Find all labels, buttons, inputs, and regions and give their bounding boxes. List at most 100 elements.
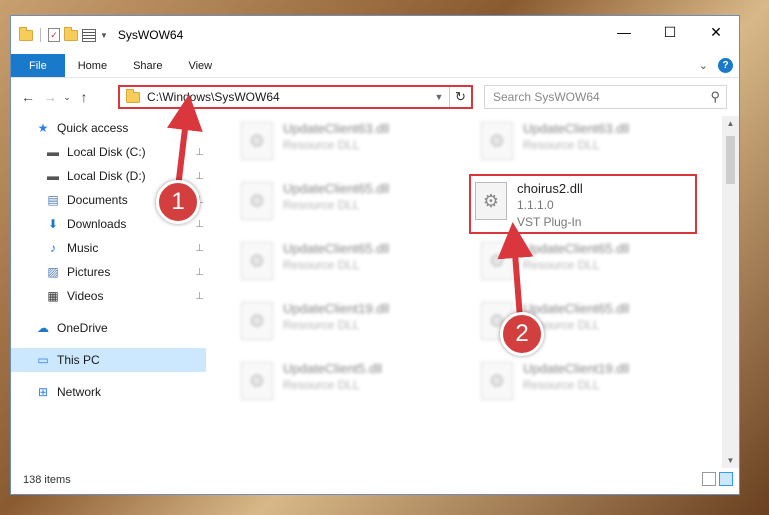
sidebar-item-videos[interactable]: ▦ Videos ⊥ — [11, 284, 206, 308]
sidebar-item-label: Pictures — [67, 265, 111, 279]
large-icons-view-icon[interactable] — [719, 472, 733, 486]
address-bar[interactable]: C:\Windows\SysWOW64 ▼ ↻ — [118, 85, 473, 109]
pin-icon[interactable]: ⊥ — [195, 147, 204, 158]
properties-icon[interactable] — [82, 28, 96, 42]
file-meta: UpdateClient65.dll Resource DLL — [283, 176, 389, 214]
help-icon[interactable]: ? — [718, 58, 733, 73]
sidebar-item-label: Downloads — [67, 217, 127, 231]
maximize-button[interactable]: ☐ — [647, 16, 693, 48]
file-meta: UpdateClient5.dll Resource DLL — [283, 356, 382, 394]
sidebar-item-label: Network — [57, 385, 102, 399]
view-toggle — [702, 472, 733, 486]
recent-locations-icon[interactable]: ⌄ — [61, 92, 73, 103]
window-controls: — ☐ ✕ — [601, 16, 739, 48]
dll-file-icon: ⚙ — [241, 302, 273, 340]
pin-icon[interactable]: ⊥ — [195, 171, 204, 182]
sidebar-item-network[interactable]: ⊞ Network — [11, 380, 206, 404]
pin-icon[interactable]: ⊥ — [195, 267, 204, 278]
tab-share[interactable]: Share — [120, 54, 175, 77]
sidebar-item-pictures[interactable]: ▨ Pictures ⊥ — [11, 260, 206, 284]
vertical-scrollbar[interactable]: ▲ ▼ — [722, 116, 739, 468]
tab-file[interactable]: File — [11, 54, 65, 77]
customize-toolbar-icon[interactable]: ▼ — [100, 31, 108, 40]
file-detail: VST Plug-In — [517, 215, 582, 229]
navigation-bar: ← → ⌄ ↑ C:\Windows\SysWOW64 ▼ ↻ Search S… — [11, 78, 739, 116]
sidebar-item-local-disk-c[interactable]: ▬ Local Disk (C:) ⊥ — [11, 140, 206, 164]
drive-icon: ▬ — [47, 145, 59, 159]
tab-home[interactable]: Home — [65, 54, 120, 77]
properties-check-icon[interactable]: ✓ — [48, 28, 60, 42]
file-name: UpdateClient5.dll — [283, 361, 383, 376]
close-button[interactable]: ✕ — [693, 16, 739, 48]
search-icon[interactable]: ⚲ — [710, 89, 720, 105]
documents-icon: ▤ — [47, 193, 59, 207]
scroll-down-icon[interactable]: ▼ — [722, 456, 739, 465]
network-icon: ⊞ — [37, 385, 49, 399]
file-detail: Resource DLL — [283, 258, 360, 272]
dll-file-icon: ⚙ — [241, 362, 273, 400]
file-meta: UpdateClient63.dll Resource DLL — [523, 116, 629, 154]
file-tile[interactable]: ⚙ UpdateClient63.dll Resource DLL — [477, 116, 707, 166]
file-name: UpdateClient65.dll — [523, 301, 630, 316]
pin-icon[interactable]: ⊥ — [195, 219, 204, 230]
address-dropdown-icon[interactable]: ▼ — [429, 92, 449, 102]
sidebar-item-label: Music — [67, 241, 99, 255]
scroll-up-icon[interactable]: ▲ — [722, 119, 739, 128]
search-input[interactable]: Search SysWOW64 ⚲ — [484, 85, 727, 109]
sidebar-item-onedrive[interactable]: ☁ OneDrive — [11, 316, 206, 340]
file-tile[interactable]: ⚙ UpdateClient63.dll Resource DLL — [237, 116, 467, 166]
minimize-button[interactable]: — — [601, 16, 647, 48]
sidebar-item-label: Videos — [67, 289, 104, 303]
address-path[interactable]: C:\Windows\SysWOW64 — [147, 90, 429, 104]
pictures-icon: ▨ — [47, 265, 59, 279]
sidebar-item-music[interactable]: ♪ Music ⊥ — [11, 236, 206, 260]
file-meta: UpdateClient19.dll Resource DLL — [523, 356, 629, 394]
pin-icon[interactable]: ⊥ — [195, 291, 204, 302]
pin-icon[interactable]: ⊥ — [195, 243, 204, 254]
file-list: ⚙ UpdateClient63.dll Resource DLL ⚙ UpdateCl… — [221, 116, 723, 468]
file-detail: Resource DLL — [283, 318, 360, 332]
ribbon-controls: ⌄ ? — [699, 58, 733, 73]
file-meta: UpdateClient65.dll Resource DLL — [523, 236, 629, 274]
folder-icon — [19, 26, 33, 41]
sidebar-item-quick-access[interactable]: ★ Quick access — [11, 116, 206, 140]
expand-ribbon-icon[interactable]: ⌄ — [699, 59, 708, 72]
file-tile[interactable]: ⚙ UpdateClient5.dll Resource DLL — [237, 356, 467, 406]
file-detail: Resource DLL — [523, 378, 600, 392]
computer-icon: ▭ — [37, 353, 49, 367]
file-detail: 1.1.1.0 — [517, 198, 554, 212]
refresh-button[interactable]: ↻ — [449, 87, 471, 107]
back-button[interactable]: ← — [17, 89, 39, 105]
highlighted-file-tile[interactable]: ⚙ choirus2.dll 1.1.1.0 VST Plug-In — [469, 174, 697, 234]
sidebar-item-label: OneDrive — [57, 321, 108, 335]
file-tile[interactable]: ⚙ UpdateClient65.dll Resource DLL — [237, 176, 467, 226]
file-name: UpdateClient65.dll — [523, 241, 630, 256]
file-detail: Resource DLL — [283, 198, 360, 212]
onedrive-icon: ☁ — [37, 321, 49, 335]
step-1-badge: 1 — [156, 180, 200, 224]
up-button[interactable]: ↑ — [73, 89, 95, 105]
toolbar-separator — [40, 28, 41, 42]
details-view-icon[interactable] — [702, 472, 716, 486]
file-detail: Resource DLL — [523, 138, 600, 152]
dll-file-icon: ⚙ — [481, 122, 513, 160]
file-tile[interactable]: ⚙ UpdateClient19.dll Resource DLL — [477, 356, 707, 406]
file-tile[interactable]: ⚙ UpdateClient19.dll Resource DLL — [237, 296, 467, 346]
dll-file-icon: ⚙ — [241, 182, 273, 220]
file-detail: Resource DLL — [283, 378, 360, 392]
drive-icon: ▬ — [47, 169, 59, 183]
sidebar-item-this-pc[interactable]: ▭ This PC — [11, 348, 206, 372]
file-explorer-window: ✓ ▼ SysWOW64 — ☐ ✕ File Home Share View … — [10, 15, 740, 495]
item-count: 138 items — [23, 474, 71, 486]
videos-icon: ▦ — [47, 289, 59, 303]
scroll-thumb[interactable] — [726, 136, 735, 184]
file-tile[interactable]: ⚙ UpdateClient65.dll Resource DLL — [237, 236, 467, 286]
navigation-pane: ★ Quick access ▬ Local Disk (C:) ⊥ ▬ Local Dis… — [11, 116, 206, 468]
tab-view[interactable]: View — [175, 54, 225, 77]
file-name: UpdateClient19.dll — [283, 301, 390, 316]
new-folder-icon[interactable] — [64, 26, 78, 41]
file-meta: UpdateClient65.dll Resource DLL — [283, 236, 389, 274]
status-bar: 138 items — [11, 466, 739, 494]
forward-button[interactable]: → — [39, 89, 61, 105]
file-tile[interactable]: ⚙ UpdateClient65.dll Resource DLL — [477, 236, 707, 286]
